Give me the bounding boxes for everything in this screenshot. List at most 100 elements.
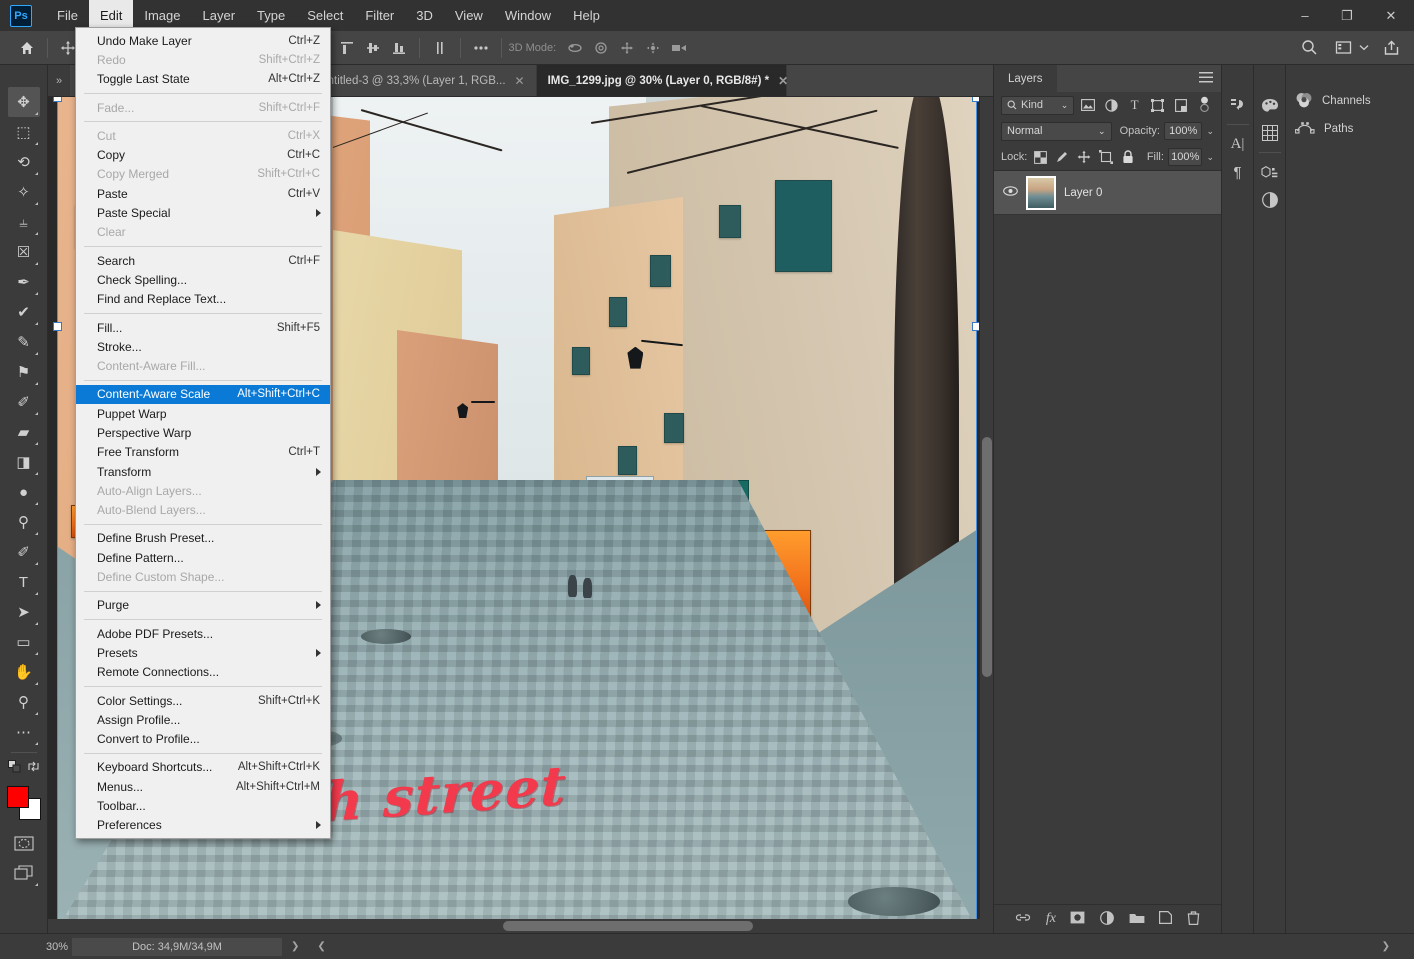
eraser-tool-icon[interactable]: ▰ <box>8 417 40 447</box>
horizontal-type-tool-icon[interactable]: T <box>8 567 40 597</box>
adjustments-panel-icon[interactable] <box>1257 186 1283 214</box>
rectangular-marquee-tool-icon[interactable]: ⬚ <box>8 117 40 147</box>
crop-tool-icon[interactable]: ⫨ <box>8 207 40 237</box>
default-colors-icon[interactable] <box>7 760 21 778</box>
home-icon[interactable] <box>14 36 40 60</box>
quick-mask-icon[interactable] <box>8 828 40 858</box>
menu-item-find-and-replace-text[interactable]: Find and Replace Text... <box>76 290 330 309</box>
menu-window[interactable]: Window <box>494 0 562 31</box>
status-collapse-icon[interactable]: ❮ <box>308 941 334 952</box>
canvas-horizontal-scrollbar[interactable] <box>48 919 993 933</box>
history-icon[interactable] <box>1225 91 1251 119</box>
add-layer-mask-icon[interactable] <box>1070 911 1085 927</box>
color-swatches[interactable] <box>6 786 41 820</box>
menu-item-puppet-warp[interactable]: Puppet Warp <box>76 404 330 423</box>
edit-toolbar-tool-icon[interactable]: ⋯ <box>8 717 40 747</box>
delete-layer-icon[interactable] <box>1187 910 1200 928</box>
layer-style-icon[interactable]: fx <box>1046 911 1056 927</box>
align-vertical-centers-icon[interactable] <box>360 36 386 60</box>
menu-item-convert-to-profile[interactable]: Convert to Profile... <box>76 730 330 749</box>
rectangle-tool-icon[interactable]: ▭ <box>8 627 40 657</box>
menu-item-check-spelling[interactable]: Check Spelling... <box>76 270 330 289</box>
menu-item-paste-special[interactable]: Paste Special <box>76 203 330 222</box>
lock-all-icon[interactable] <box>1119 147 1137 167</box>
status-next-icon[interactable]: ❯ <box>1373 941 1414 952</box>
maximize-button[interactable]: ❐ <box>1326 0 1368 31</box>
close-tab-icon[interactable]: ✕ <box>515 74 525 88</box>
filter-toggle-icon[interactable] <box>1195 95 1214 115</box>
layer-thumbnail[interactable] <box>1026 175 1056 210</box>
workspace-icon[interactable] <box>1330 36 1356 60</box>
fill-input[interactable]: 100% <box>1167 148 1203 166</box>
document-tab[interactable]: IMG_1299.jpg @ 30% (Layer 0, RGB/8#) * ✕ <box>536 65 788 96</box>
share-icon[interactable] <box>1378 36 1404 60</box>
magic-wand-tool-icon[interactable]: ✧ <box>8 177 40 207</box>
lock-image-pixels-icon[interactable] <box>1053 147 1071 167</box>
menu-item-purge[interactable]: Purge <box>76 596 330 615</box>
clone-stamp-tool-icon[interactable]: ⚑ <box>8 357 40 387</box>
menu-item-remote-connections[interactable]: Remote Connections... <box>76 663 330 682</box>
link-layers-icon[interactable] <box>1015 912 1031 926</box>
blend-mode-dropdown[interactable]: Normal ⌄ <box>1001 121 1112 141</box>
tab-layers[interactable]: Layers <box>994 65 1057 92</box>
dodge-tool-icon[interactable]: ⚲ <box>8 507 40 537</box>
layer-name[interactable]: Layer 0 <box>1064 187 1102 199</box>
menu-item-copy[interactable]: Copy Ctrl+C <box>76 145 330 164</box>
tab-overflow-icon[interactable]: » <box>48 65 70 96</box>
path-selection-tool-icon[interactable]: ➤ <box>8 597 40 627</box>
tab-channels[interactable]: Channels <box>1286 87 1414 115</box>
menu-item-keyboard-shortcuts[interactable]: Keyboard Shortcuts... Alt+Shift+Ctrl+K <box>76 758 330 777</box>
frame-tool-icon[interactable]: ☒ <box>8 237 40 267</box>
more-options-icon[interactable] <box>468 36 494 60</box>
menu-item-define-pattern[interactable]: Define Pattern... <box>76 548 330 567</box>
menu-item-color-settings[interactable]: Color Settings... Shift+Ctrl+K <box>76 691 330 710</box>
menu-view[interactable]: View <box>444 0 494 31</box>
properties-panel-icon[interactable] <box>1257 158 1283 186</box>
menu-item-assign-profile[interactable]: Assign Profile... <box>76 710 330 729</box>
menu-item-menus[interactable]: Menus... Alt+Shift+Ctrl+M <box>76 777 330 796</box>
transform-handle-middle-left[interactable] <box>53 322 62 331</box>
menu-item-search[interactable]: Search Ctrl+F <box>76 251 330 270</box>
menu-item-paste[interactable]: Paste Ctrl+V <box>76 184 330 203</box>
filter-smart-object-icon[interactable] <box>1171 95 1190 115</box>
canvas-vertical-scrollbar[interactable] <box>979 97 993 933</box>
menu-item-undo-make-layer[interactable]: Undo Make Layer Ctrl+Z <box>76 31 330 50</box>
menu-item-preferences[interactable]: Preferences <box>76 816 330 835</box>
gradient-tool-icon[interactable]: ◨ <box>8 447 40 477</box>
opacity-input[interactable]: 100% <box>1163 122 1203 140</box>
filter-shape-icon[interactable] <box>1148 95 1167 115</box>
panel-menu-icon[interactable] <box>1199 72 1213 85</box>
distribute-vertically-icon[interactable] <box>427 36 453 60</box>
document-tab[interactable]: Untitled-3 @ 33,3% (Layer 1, RGB... ✕ <box>308 65 537 96</box>
character-panel-icon[interactable]: A| <box>1225 130 1251 158</box>
new-layer-icon[interactable] <box>1159 911 1173 927</box>
menu-item-adobe-pdf-presets[interactable]: Adobe PDF Presets... <box>76 624 330 643</box>
rotate-3d-icon[interactable] <box>562 36 588 60</box>
filter-image-icon[interactable] <box>1078 95 1097 115</box>
screen-mode-icon[interactable] <box>8 858 40 888</box>
close-tab-icon[interactable]: ✕ <box>778 74 788 88</box>
menu-item-toolbar[interactable]: Toolbar... <box>76 796 330 815</box>
brush-tool-icon[interactable]: ✎ <box>8 327 40 357</box>
move-tool-icon[interactable]: ✥ <box>7 87 40 117</box>
search-icon[interactable] <box>1296 36 1322 60</box>
tab-paths[interactable]: Paths <box>1286 115 1414 143</box>
blur-tool-icon[interactable]: ● <box>8 477 40 507</box>
hand-tool-icon[interactable]: ✋ <box>8 657 40 687</box>
menu-item-presets[interactable]: Presets <box>76 643 330 662</box>
swap-colors-icon[interactable] <box>27 760 40 778</box>
menu-filter[interactable]: Filter <box>354 0 405 31</box>
spot-healing-brush-tool-icon[interactable]: ✔ <box>8 297 40 327</box>
lasso-tool-icon[interactable]: ⟲ <box>8 147 40 177</box>
paragraph-panel-icon[interactable]: ¶ <box>1225 158 1251 186</box>
filter-kind-dropdown[interactable]: Kind ⌄ <box>1001 95 1075 115</box>
chevron-down-icon[interactable]: ⌄ <box>1206 126 1214 137</box>
menu-item-transform[interactable]: Transform <box>76 462 330 481</box>
swatches-panel-icon[interactable] <box>1257 119 1283 147</box>
filter-adjustment-icon[interactable] <box>1102 95 1121 115</box>
new-adjustment-layer-icon[interactable] <box>1100 910 1114 928</box>
lock-artboard-icon[interactable] <box>1097 147 1115 167</box>
slide-3d-icon[interactable] <box>640 36 666 60</box>
menu-help[interactable]: Help <box>562 0 611 31</box>
status-expand-icon[interactable]: ❯ <box>282 941 308 952</box>
